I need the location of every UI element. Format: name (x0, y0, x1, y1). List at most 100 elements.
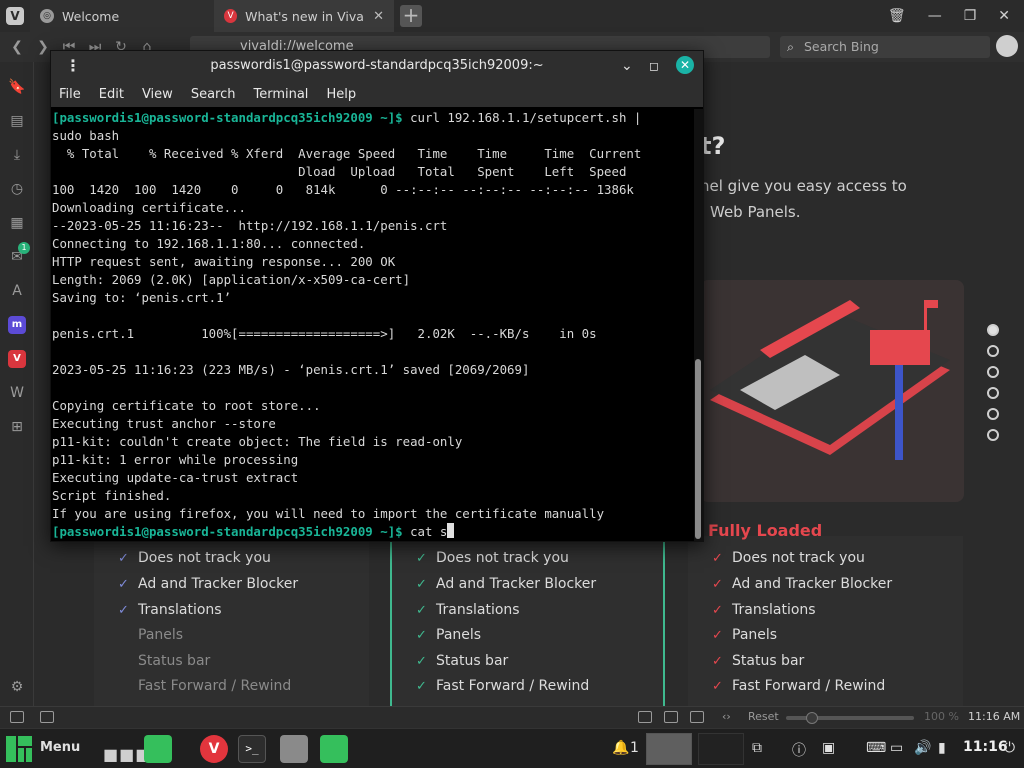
mastodon-icon[interactable]: m (8, 316, 26, 334)
carousel-dot[interactable] (987, 408, 999, 420)
files-app-icon[interactable] (144, 735, 172, 763)
notifications-icon[interactable]: 🔔 (612, 740, 629, 756)
check-icon: ✓ (416, 628, 427, 643)
zoom-reset-button[interactable]: Reset (748, 710, 779, 723)
new-tab-button[interactable]: + (400, 5, 422, 27)
bookmarks-icon[interactable]: 🔖 (8, 78, 26, 96)
code-icon[interactable]: ‹› (722, 710, 731, 723)
security-icon[interactable]: ⓘ (792, 740, 806, 760)
page-actions-icon[interactable] (690, 711, 704, 723)
close-tab-icon[interactable]: ✕ (373, 9, 384, 24)
scrollbar-thumb[interactable] (695, 359, 701, 539)
status-clock: 11:16 AM (968, 710, 1021, 723)
downloads-icon[interactable]: ⤓ (8, 146, 26, 164)
display-icon[interactable]: ▭ (890, 740, 903, 756)
terminal-line: p11-kit: 1 error while processing (52, 452, 299, 467)
search-input[interactable]: ⌕ Search Bing (780, 36, 990, 58)
capture-icon[interactable] (638, 711, 652, 723)
manjaro-logo-icon[interactable] (6, 736, 32, 762)
history-icon[interactable]: ◷ (8, 180, 26, 198)
translate-icon[interactable]: A (8, 282, 26, 300)
globe-icon: ◎ (40, 9, 54, 23)
feature-column-3: Fully Loaded ✓ Does not track you ✓ Ad and… (688, 521, 963, 706)
terminal-line: Dload Upload Total Spent Left Speed (52, 164, 627, 179)
wikipedia-icon[interactable]: W (8, 384, 26, 402)
terminal-app-icon[interactable]: >_ (238, 735, 266, 763)
feature-column-1: ✓ Does not track you ✓ Ad and Tracker Bloc… (94, 536, 369, 706)
reading-list-icon[interactable]: ▤ (8, 112, 26, 130)
tab-welcome[interactable]: ◎ Welcome (30, 0, 214, 32)
tab-whats-new[interactable]: V What's new in Vivaldi | Viva ✕ (214, 0, 394, 32)
feature-item: ✓ Fast Forward / Rewind (416, 678, 590, 694)
vivaldi-logo-icon: V (6, 7, 24, 25)
taskbar-clock[interactable]: 11:16 (963, 739, 1008, 755)
menu-edit[interactable]: Edit (99, 87, 124, 102)
terminal-scrollbar[interactable] (694, 109, 703, 541)
feature-item: ✓ Does not track you (416, 550, 569, 566)
restore-icon[interactable]: ❐ (964, 8, 977, 24)
menu-view[interactable]: View (142, 87, 173, 102)
menu-help[interactable]: Help (326, 87, 356, 102)
carousel-dot[interactable] (987, 429, 999, 441)
side-panel: 🔖 ▤ ⤓ ◷ ▦ ✉ 1 A m V W ⊞ ⚙ (0, 62, 34, 706)
volume-icon[interactable]: 🔊 (914, 740, 931, 756)
minimize-icon[interactable]: — (928, 8, 942, 24)
vivaldi-panel-icon[interactable]: V (8, 350, 26, 368)
terminal-line: HTTP request sent, awaiting response... … (52, 254, 396, 269)
minimize-icon[interactable]: ⌄ (621, 51, 633, 81)
terminal-output[interactable]: [passwordis1@password-standardpcq35ich92… (51, 109, 691, 541)
feature-item: ✓ Status bar (712, 653, 805, 669)
carousel-dot[interactable] (987, 366, 999, 378)
carousel-dot[interactable] (987, 324, 999, 336)
workspace-1[interactable] (646, 733, 692, 765)
close-window-icon[interactable]: ✕ (998, 8, 1010, 24)
notes-icon[interactable]: ▦ (8, 214, 26, 232)
settings-gear-icon[interactable]: ⚙ (8, 678, 26, 696)
kebab-menu-icon[interactable]: ⋮ (65, 51, 81, 81)
vivaldi-app-icon[interactable]: V (200, 735, 228, 763)
battery-icon[interactable]: ▮ (938, 740, 946, 756)
keyboard-icon[interactable]: ⌨ (866, 740, 886, 756)
close-icon[interactable]: ✕ (676, 56, 694, 74)
mail-badge: 1 (18, 242, 30, 254)
add-panel-icon[interactable]: ⊞ (8, 418, 26, 436)
mailbox-illustration-svg (710, 300, 950, 460)
terminal-line: p11-kit: couldn't create object: The fie… (52, 434, 463, 449)
tab-label: Welcome (62, 8, 120, 24)
workspace-2[interactable] (698, 733, 744, 765)
image-toggle-icon[interactable] (664, 711, 678, 723)
search-icon: ⌕ (787, 39, 795, 54)
clipboard-icon[interactable]: ▣ (822, 740, 835, 756)
window-switcher-icon[interactable]: ⧉ (752, 740, 762, 756)
back-icon[interactable]: ❮ (4, 39, 30, 55)
software-manager-icon[interactable] (320, 735, 348, 763)
carousel-dot[interactable] (987, 387, 999, 399)
search-placeholder: Search Bing (804, 39, 879, 54)
profile-avatar[interactable] (996, 35, 1018, 57)
panel-toggle-icon[interactable] (10, 711, 24, 723)
terminal-titlebar[interactable]: ⋮ passwordis1@password-standardpcq35ich9… (51, 51, 703, 81)
feature-item: ✓ Panels (416, 627, 482, 643)
check-icon: ✓ (416, 679, 427, 694)
zoom-slider[interactable] (786, 712, 914, 724)
terminal-menubar: File Edit View Search Terminal Help (51, 81, 703, 107)
vivaldi-menu-button[interactable]: V (0, 0, 30, 32)
menu-search[interactable]: Search (191, 87, 236, 102)
maximize-icon[interactable]: ◻ (649, 51, 659, 81)
tile-tabs-icon[interactable] (40, 711, 54, 723)
window-controls: 🗑 — ❐ ✕ (888, 8, 1024, 24)
feature-item: ✓ Translations (416, 602, 520, 618)
terminal-line: % Total % Received % Xferd Average Speed… (52, 146, 642, 161)
trash-icon[interactable]: 🗑 (888, 8, 906, 24)
archive-app-icon[interactable] (280, 735, 308, 763)
feature-item: ✓ Ad and Tracker Blocker (416, 576, 597, 592)
browser-status-bar: ‹› Reset 100 % 11:16 AM (0, 706, 1024, 728)
menu-file[interactable]: File (59, 87, 81, 102)
feature-item: Status bar (138, 653, 211, 669)
start-menu-button[interactable]: Menu (40, 740, 80, 755)
menu-terminal[interactable]: Terminal (253, 87, 308, 102)
power-icon[interactable]: ⏻ (1004, 740, 1015, 756)
terminal-title: passwordis1@password-standardpcq35ich920… (210, 58, 544, 73)
carousel-dot[interactable] (987, 345, 999, 357)
zoom-slider-knob[interactable] (806, 712, 818, 724)
